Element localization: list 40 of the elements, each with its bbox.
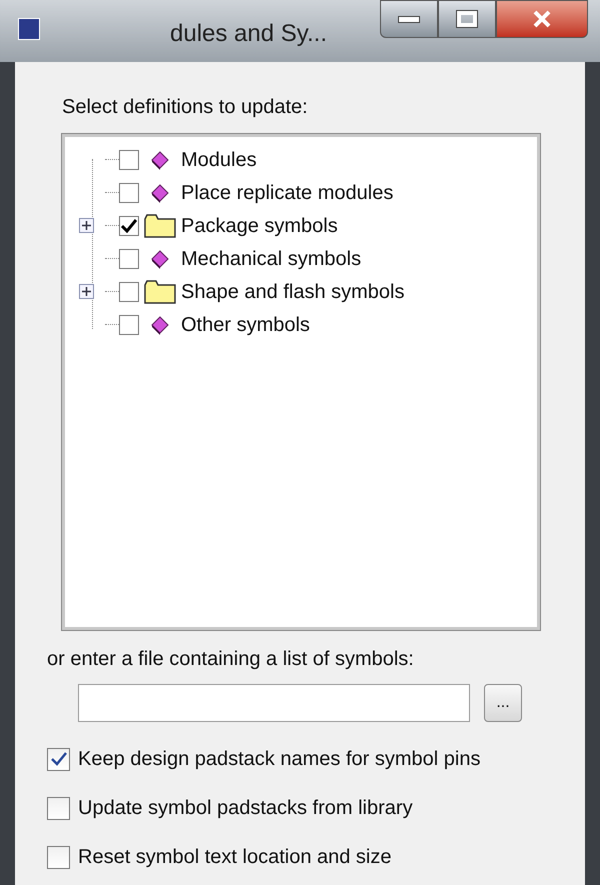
maximize-icon	[457, 11, 477, 27]
diamond-icon	[149, 248, 171, 270]
tree-item-label[interactable]: Other symbols	[181, 310, 310, 340]
tree-item-label[interactable]: Modules	[181, 144, 257, 174]
minimize-button[interactable]	[380, 0, 438, 38]
option-label: Update symbol padstacks from library	[78, 796, 413, 821]
close-icon	[532, 10, 552, 28]
option-checkbox[interactable]	[47, 748, 70, 770]
file-input-field[interactable]	[78, 684, 470, 722]
tree-checkbox[interactable]	[119, 182, 139, 202]
tree-checkbox[interactable]	[119, 248, 139, 268]
checkmark-icon	[121, 218, 137, 232]
tree-item-label[interactable]: Shape and flash symbols	[181, 276, 404, 306]
tree-item-label[interactable]: Mechanical symbols	[181, 244, 362, 274]
checkmark-icon	[50, 752, 66, 766]
diamond-icon	[149, 314, 171, 336]
option-checkbox[interactable]	[47, 846, 70, 868]
tree-item-label[interactable]: Package symbols	[181, 210, 338, 240]
browse-button[interactable]: ...	[484, 684, 522, 722]
tree-label: Select definitions to update:	[62, 95, 309, 120]
folder-icon	[144, 280, 176, 304]
expand-toggle[interactable]	[79, 218, 94, 233]
app-icon	[18, 18, 40, 40]
tree-checkbox[interactable]	[119, 150, 139, 170]
tree-checkbox[interactable]	[119, 314, 139, 334]
close-button[interactable]	[496, 0, 588, 38]
option-checkbox[interactable]	[47, 796, 70, 820]
tree-checkbox[interactable]	[119, 282, 139, 302]
file-label: or enter a file containing a list of symbols:	[47, 647, 415, 672]
diamond-icon	[149, 148, 171, 170]
folder-icon	[144, 214, 176, 238]
tree-item-label[interactable]: Place replicate modules	[181, 178, 394, 208]
option-label: Keep design padstack names for symbol pins	[78, 747, 480, 772]
tree-checkbox[interactable]	[119, 216, 139, 236]
expand-toggle[interactable]	[79, 284, 94, 299]
option-label: Reset symbol text location and size	[78, 845, 392, 870]
minimize-icon	[398, 16, 420, 22]
window-title: dules and Sy...	[170, 19, 327, 49]
diamond-icon	[149, 182, 171, 204]
maximize-button[interactable]	[438, 0, 496, 38]
